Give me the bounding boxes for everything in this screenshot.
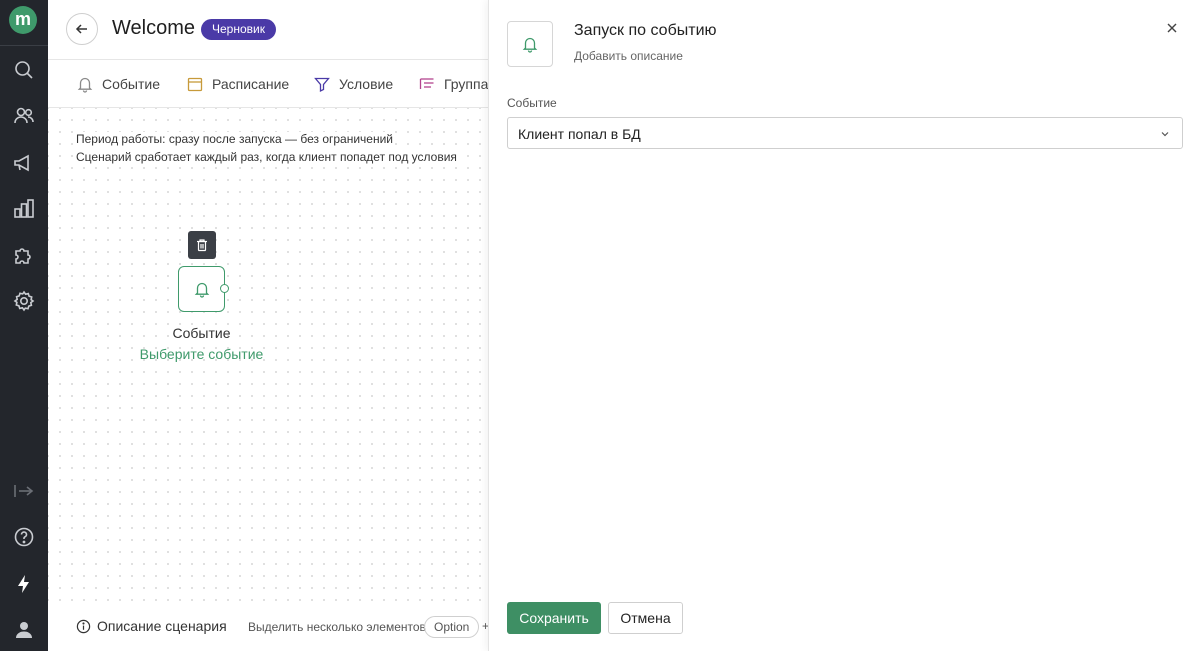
chart-icon[interactable] <box>12 197 36 221</box>
delete-node-button[interactable] <box>188 231 216 259</box>
tab-group[interactable]: Группа <box>418 74 488 94</box>
left-nav: m <box>0 0 48 651</box>
users-icon[interactable] <box>12 104 36 128</box>
lightning-icon[interactable] <box>12 572 36 596</box>
bell-icon <box>522 37 538 53</box>
arrow-left-icon <box>75 24 87 34</box>
megaphone-icon[interactable] <box>12 151 36 175</box>
event-trigger-panel: Запуск по событию Добавить описание Собы… <box>488 0 1200 651</box>
panel-icon-box <box>507 21 553 67</box>
event-select[interactable]: Клиент попал в БД <box>507 117 1183 149</box>
event-field-label: Событие <box>507 96 557 110</box>
node-title: Событие <box>172 325 231 341</box>
canvas-footer: Описание сценария Выделить несколько эле… <box>48 607 488 651</box>
status-badge: Черновик <box>201 19 276 40</box>
scenario-description-link[interactable]: Описание сценария <box>76 618 227 634</box>
option-key-badge: Option <box>424 616 480 638</box>
cancel-button[interactable]: Отмена <box>608 602 683 634</box>
choose-event-link[interactable]: Выберите событие <box>128 346 275 362</box>
group-icon <box>419 78 434 89</box>
tab-condition[interactable]: Условие <box>313 74 393 94</box>
node-output-port[interactable] <box>220 284 229 293</box>
element-tabs: Событие Расписание Условие Группа <box>48 61 488 108</box>
scenario-editor: Welcome Черновик Событие Расписание Усло… <box>48 0 488 651</box>
info-icon <box>76 619 91 633</box>
back-button[interactable] <box>66 13 98 45</box>
tab-schedule-label: Расписание <box>212 76 290 92</box>
gear-icon[interactable] <box>12 289 36 313</box>
bell-icon <box>77 77 93 93</box>
calendar-icon <box>187 77 203 92</box>
save-button[interactable]: Сохранить <box>507 602 601 634</box>
event-node[interactable] <box>178 266 225 312</box>
scenario-description-label: Описание сценария <box>97 618 227 634</box>
chevron-down-icon <box>1161 132 1169 137</box>
puzzle-icon[interactable] <box>12 243 36 267</box>
logo[interactable]: m <box>9 6 37 34</box>
help-icon[interactable] <box>12 525 36 549</box>
filter-icon <box>314 77 330 93</box>
multi-select-hint: Выделить несколько элементов <box>248 620 426 634</box>
scenario-canvas[interactable]: Период работы: сразу после запуска — без… <box>48 108 488 651</box>
period-text: Период работы: сразу после запуска — без… <box>76 132 394 146</box>
close-icon[interactable] <box>1165 21 1179 35</box>
header: Welcome Черновик <box>48 0 488 60</box>
nav-divider <box>0 45 48 46</box>
event-select-value: Клиент попал в БД <box>518 126 641 142</box>
tab-group-label: Группа <box>444 76 488 92</box>
trigger-text: Сценарий сработает каждый раз, когда кли… <box>76 150 457 164</box>
search-icon[interactable] <box>12 58 36 82</box>
tab-condition-label: Условие <box>339 76 394 92</box>
add-description-link[interactable]: Добавить описание <box>574 49 683 63</box>
page-title: Welcome <box>112 17 195 39</box>
trash-icon <box>197 239 207 252</box>
collapse-arrow-icon[interactable] <box>12 479 36 503</box>
tab-schedule[interactable]: Расписание <box>186 74 289 94</box>
user-icon[interactable] <box>12 618 36 642</box>
panel-title: Запуск по событию <box>574 22 717 39</box>
bell-icon <box>194 282 209 298</box>
tab-event[interactable]: Событие <box>76 74 160 94</box>
tab-event-label: Событие <box>102 76 160 92</box>
